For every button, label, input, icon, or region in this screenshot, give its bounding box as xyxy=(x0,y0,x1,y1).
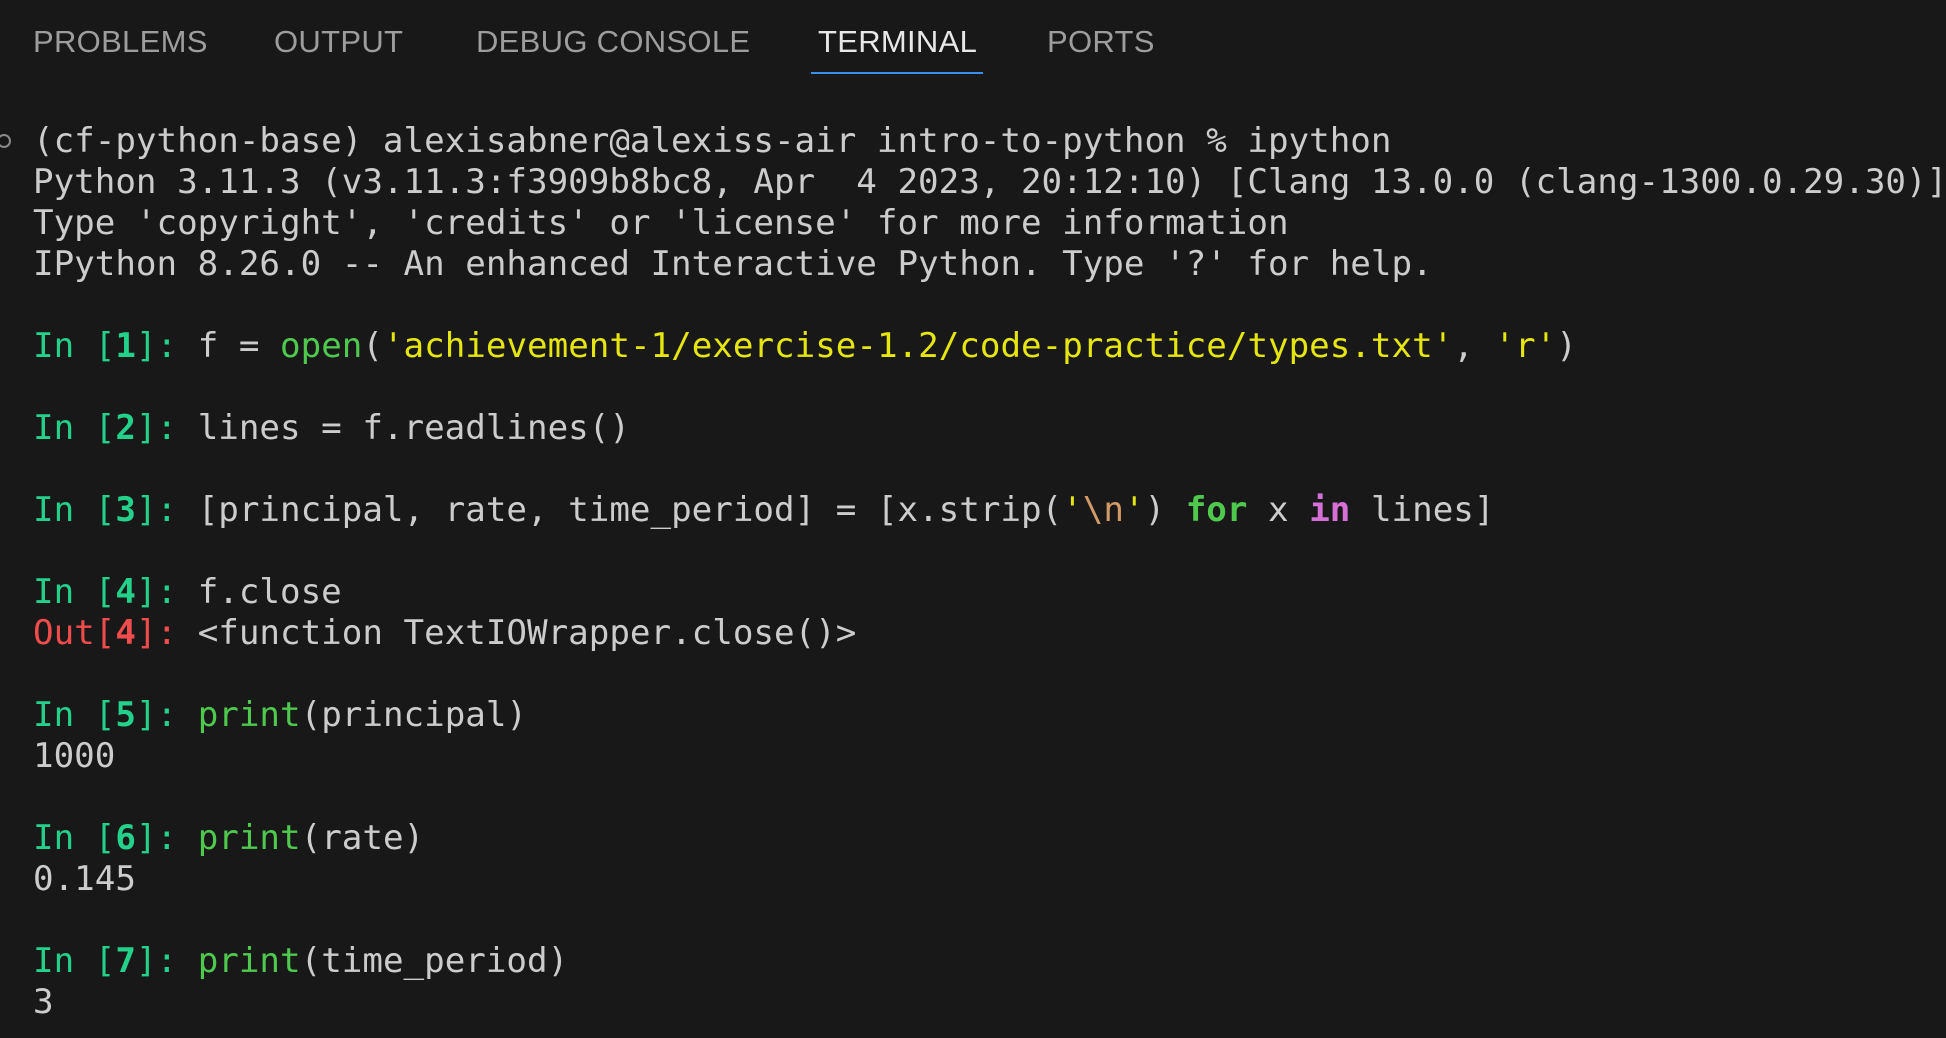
stdout-time-period: 3 xyxy=(33,982,54,1022)
tab-output[interactable]: OUTPUT xyxy=(274,24,403,60)
in-prompt: In [1]: xyxy=(33,326,198,366)
in-prompt: In [2]: xyxy=(33,408,198,448)
active-tab-indicator xyxy=(811,72,983,74)
input-cell-7: In [7]: print(time_period) xyxy=(33,941,569,981)
in-prompt: In [3]: xyxy=(33,490,198,530)
terminal-output[interactable]: (cf-python-base) alexisabner@alexiss-air… xyxy=(0,121,1946,1038)
input-cell-1: In [1]: f = open('achievement-1/exercise… xyxy=(33,326,1577,366)
banner-ipython-version: IPython 8.26.0 -- An enhanced Interactiv… xyxy=(33,244,1433,284)
output-cell-4: Out[4]: <function TextIOWrapper.close()> xyxy=(33,613,857,653)
banner-python-version: Python 3.11.3 (v3.11.3:f3909b8bc8, Apr 4… xyxy=(33,162,1946,202)
panel-tab-bar: PROBLEMS OUTPUT DEBUG CONSOLE TERMINAL P… xyxy=(0,0,1946,80)
tab-ports[interactable]: PORTS xyxy=(1047,24,1155,60)
out-prompt: Out[4]: xyxy=(33,613,198,653)
input-cell-3: In [3]: [principal, rate, time_period] =… xyxy=(33,490,1495,530)
in-prompt: In [5]: xyxy=(33,695,198,735)
in-prompt: In [7]: xyxy=(33,941,198,981)
input-cell-6: In [6]: print(rate) xyxy=(33,818,425,858)
input-cell-4: In [4]: f.close xyxy=(33,572,342,612)
shell-prompt-line: (cf-python-base) alexisabner@alexiss-air… xyxy=(33,121,1392,161)
stdout-principal: 1000 xyxy=(33,736,116,776)
tab-debug-console[interactable]: DEBUG CONSOLE xyxy=(476,24,750,60)
tab-terminal[interactable]: TERMINAL xyxy=(818,24,977,60)
in-prompt: In [6]: xyxy=(33,818,198,858)
stdout-rate: 0.145 xyxy=(33,859,136,899)
input-cell-2: In [2]: lines = f.readlines() xyxy=(33,408,630,448)
in-prompt: In [4]: xyxy=(33,572,198,612)
banner-copyright: Type 'copyright', 'credits' or 'license'… xyxy=(33,203,1289,243)
tab-problems[interactable]: PROBLEMS xyxy=(33,24,208,60)
input-cell-5: In [5]: print(principal) xyxy=(33,695,528,735)
